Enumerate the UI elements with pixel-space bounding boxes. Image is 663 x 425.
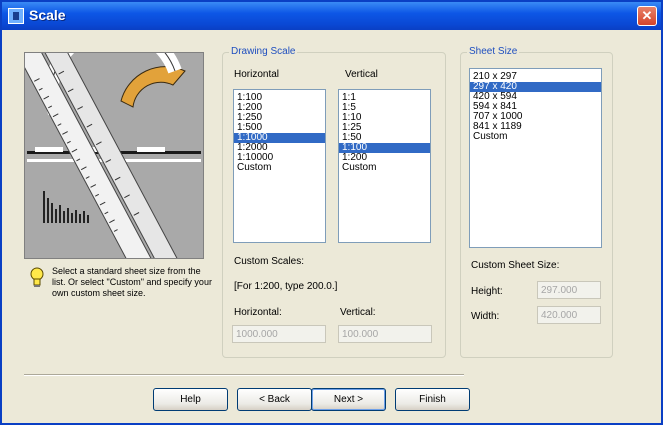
list-item[interactable]: Custom xyxy=(339,163,430,173)
horizontal-column-label: Horizontal xyxy=(234,69,280,80)
next-button[interactable]: Next > xyxy=(311,388,386,411)
horizontal-scale-list[interactable]: 1:100 1:200 1:250 1:500 1:1000 1:2000 1:10000 C… xyxy=(233,89,326,243)
sheet-size-list[interactable]: 210 x 297 297 x 420 420 x 594 594 x 841 707 … xyxy=(469,68,602,248)
back-button[interactable]: < Back xyxy=(237,388,312,411)
height-label: Height: xyxy=(471,286,503,297)
width-label: Width: xyxy=(471,311,500,322)
vertical-scale-list[interactable]: 1:1 1:5 1:10 1:25 1:50 1:100 1:200 Custom xyxy=(338,89,431,243)
list-item[interactable]: Custom xyxy=(234,163,325,173)
custom-sheet-size-label: Custom Sheet Size: xyxy=(471,260,560,271)
help-button[interactable]: Help xyxy=(153,388,228,411)
vertical-column-label: Vertical xyxy=(345,69,378,80)
window-title: Scale xyxy=(29,7,66,23)
custom-vertical-input[interactable]: 100.000 xyxy=(338,325,432,343)
list-item[interactable]: Custom xyxy=(470,132,601,142)
custom-horizontal-input[interactable]: 1000.000 xyxy=(232,325,326,343)
vertical-field-label: Vertical: xyxy=(340,307,376,318)
scale-ruler-illustration xyxy=(24,52,204,259)
button-divider xyxy=(24,374,464,376)
finish-button[interactable]: Finish xyxy=(395,388,470,411)
custom-scales-example: [For 1:200, type 200.0.] xyxy=(234,281,338,292)
sheet-size-title: Sheet Size xyxy=(467,46,520,57)
hint-text: Select a standard sheet size from the li… xyxy=(52,266,212,298)
lightbulb-icon xyxy=(30,267,44,287)
custom-scales-label: Custom Scales: xyxy=(234,256,305,267)
horizontal-field-label: Horizontal: xyxy=(234,307,282,318)
title-bar: Scale ✕ xyxy=(2,2,661,30)
drawing-scale-title: Drawing Scale xyxy=(229,46,298,57)
scale-dialog: Scale ✕ Select a standard sheet size fro… xyxy=(0,0,663,425)
custom-width-input[interactable]: 420.000 xyxy=(537,306,601,324)
custom-height-input[interactable]: 297.000 xyxy=(537,281,601,299)
window-icon xyxy=(8,8,24,24)
close-button[interactable]: ✕ xyxy=(637,6,657,26)
